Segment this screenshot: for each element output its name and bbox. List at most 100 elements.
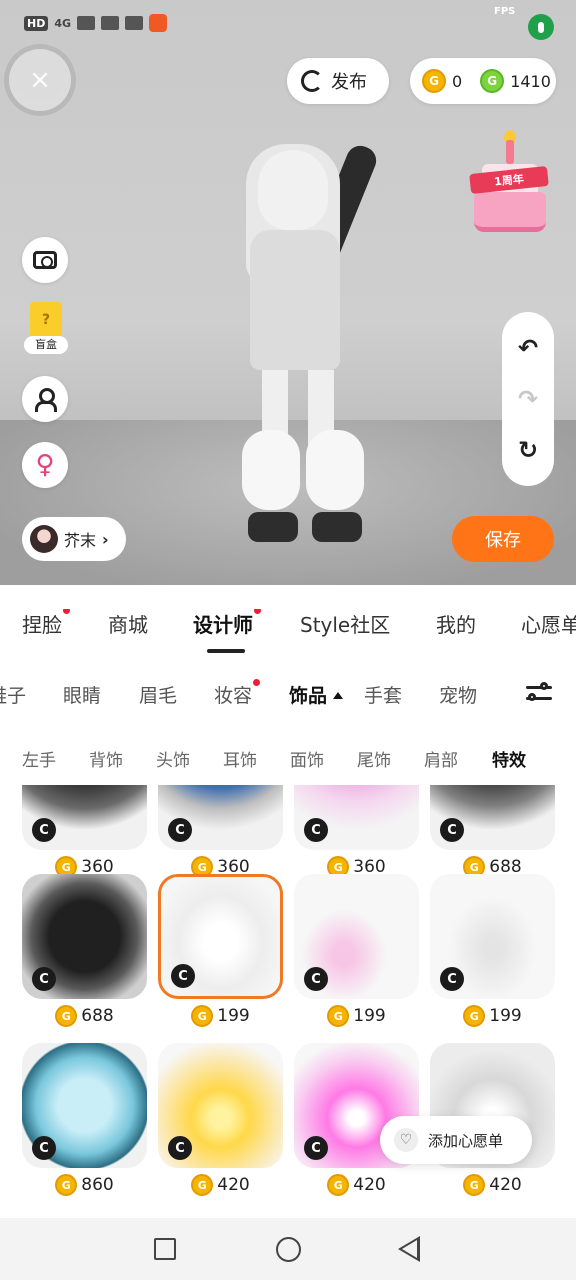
tab-style-community[interactable]: Style社区	[300, 609, 390, 638]
blind-box-button[interactable]: ? 盲盒	[24, 302, 68, 354]
category-shoulder[interactable]: 肩部	[424, 746, 458, 771]
close-button[interactable]: ×	[4, 44, 76, 116]
item-card[interactable]: C G 688	[430, 785, 555, 878]
category-tail[interactable]: 尾饰	[357, 746, 391, 771]
item-price-value: 199	[353, 1006, 386, 1026]
gold-coin-icon: G	[191, 1174, 214, 1196]
gold-coin-icon: G	[422, 69, 446, 93]
profile-id-button[interactable]	[22, 376, 68, 422]
camera-button[interactable]	[22, 237, 68, 283]
recents-icon[interactable]	[154, 1238, 176, 1260]
blind-box-label: 盲盒	[24, 336, 68, 354]
item-card[interactable]: C G 360	[294, 785, 419, 878]
wifi-icon	[101, 16, 120, 30]
gold-coin-icon: G	[327, 1005, 350, 1027]
notification-dot	[63, 609, 70, 614]
close-icon: ×	[18, 58, 62, 102]
subtab-shoes[interactable]: 鞋子	[0, 681, 26, 708]
gender-switch-button[interactable]: ♀	[22, 442, 68, 488]
item-thumbnail[interactable]: C	[294, 785, 419, 850]
hd-badge: HD	[24, 15, 49, 31]
item-thumbnail[interactable]: C	[158, 1043, 283, 1168]
item-thumbnail[interactable]: C	[22, 1043, 147, 1168]
subtab-eyes[interactable]: 眼睛	[63, 681, 101, 708]
subtab-eyebrows[interactable]: 眉毛	[139, 681, 177, 708]
subtab-pets[interactable]: 宠物	[439, 681, 477, 708]
item-card[interactable]: C G 688	[22, 874, 147, 1027]
publish-button[interactable]: 发布	[287, 58, 389, 104]
item-price: G 688	[22, 1005, 147, 1027]
item-thumbnail[interactable]: C	[158, 785, 283, 850]
creator-badge-icon: C	[304, 967, 328, 991]
notification-dot	[254, 609, 261, 614]
undo-icon[interactable]: ↶	[518, 334, 538, 362]
item-price-value: 420	[353, 1175, 386, 1195]
tab-designer[interactable]: 设计师	[193, 609, 261, 638]
avatar-scene: HD 4G FPS × 发布 G 0 G 1410 1周年 ? 盲盒 ♀ 芥末 …	[0, 0, 576, 585]
item-price: G 420	[158, 1174, 283, 1196]
creator-badge-icon: C	[168, 818, 192, 842]
item-price-value: 420	[489, 1175, 522, 1195]
notification-dot	[253, 679, 261, 686]
currency-balance[interactable]: G 0 G 1410	[410, 58, 556, 104]
item-card[interactable]: C G 199	[430, 874, 555, 1027]
subtab-makeup[interactable]: 妆容	[214, 679, 261, 708]
subtab-gloves[interactable]: 手套	[364, 681, 402, 708]
item-thumbnail[interactable]: C	[22, 874, 147, 999]
redo-icon[interactable]: ↷	[518, 385, 538, 413]
item-card[interactable]: C G 199	[158, 874, 283, 1027]
gold-coin-icon: G	[463, 1005, 486, 1027]
item-card[interactable]: C G 360	[22, 785, 147, 878]
avatar-head	[258, 150, 328, 230]
creator-badge-icon: C	[440, 818, 464, 842]
anniversary-cake-button[interactable]: 1周年	[466, 130, 552, 238]
item-card[interactable]: C G420	[158, 1043, 283, 1196]
item-card[interactable]: C G 199	[294, 874, 419, 1027]
main-tabs: 捏脸 商城 设计师 Style社区 我的 心愿单	[0, 609, 576, 653]
filter-icon[interactable]	[524, 681, 554, 705]
item-thumbnail[interactable]: C	[158, 874, 283, 999]
network-type: 4G	[54, 16, 72, 30]
gold-coin-icon: G	[327, 1174, 350, 1196]
add-to-wishlist-button[interactable]: ♡ 添加心愿单	[380, 1116, 532, 1164]
system-navigation-bar	[0, 1218, 576, 1280]
creator-badge-icon: C	[32, 818, 56, 842]
heart-icon: ♡	[394, 1128, 418, 1152]
item-price: G 420	[294, 1174, 419, 1196]
tab-mine[interactable]: 我的	[436, 609, 476, 638]
item-thumbnail[interactable]: C	[22, 785, 147, 850]
category-back[interactable]: 背饰	[89, 746, 123, 771]
item-card[interactable]: C G 860	[22, 1043, 147, 1196]
active-tab-indicator	[207, 649, 245, 653]
caret-up-icon	[333, 692, 344, 699]
avatar-shoe-left	[248, 512, 298, 542]
creator-badge-icon: C	[171, 964, 195, 988]
reset-icon[interactable]: ↻	[518, 436, 538, 464]
item-thumbnail[interactable]: C	[430, 874, 555, 999]
tab-store[interactable]: 商城	[108, 609, 148, 638]
green-coin-count: 1410	[510, 71, 551, 91]
category-effects[interactable]: 特效	[492, 746, 526, 771]
item-price: G 199	[294, 1005, 419, 1027]
save-button[interactable]: 保存	[452, 516, 554, 562]
fps-label: FPS	[494, 6, 516, 17]
home-icon[interactable]	[276, 1237, 301, 1262]
avatar-character[interactable]	[210, 140, 381, 550]
user-profile-pill[interactable]: 芥末 ›	[22, 517, 126, 561]
back-icon[interactable]	[398, 1236, 420, 1262]
category-head[interactable]: 头饰	[156, 746, 190, 771]
tab-face[interactable]: 捏脸	[22, 609, 70, 638]
creator-badge-icon: C	[32, 1136, 56, 1160]
mic-icon[interactable]	[528, 14, 554, 40]
category-left-hand[interactable]: 左手	[22, 746, 56, 771]
tab-wishlist[interactable]: 心愿单	[521, 609, 576, 638]
category-ear[interactable]: 耳饰	[223, 746, 257, 771]
creator-badge-icon: C	[168, 1136, 192, 1160]
category-face[interactable]: 面饰	[290, 746, 324, 771]
chevron-right-icon: ›	[102, 529, 109, 549]
item-thumbnail[interactable]: C	[430, 785, 555, 850]
subtab-accessories[interactable]: 饰品	[289, 681, 344, 708]
item-thumbnail[interactable]: C	[294, 874, 419, 999]
creator-badge-icon: C	[304, 818, 328, 842]
item-card[interactable]: C G 360	[158, 785, 283, 878]
